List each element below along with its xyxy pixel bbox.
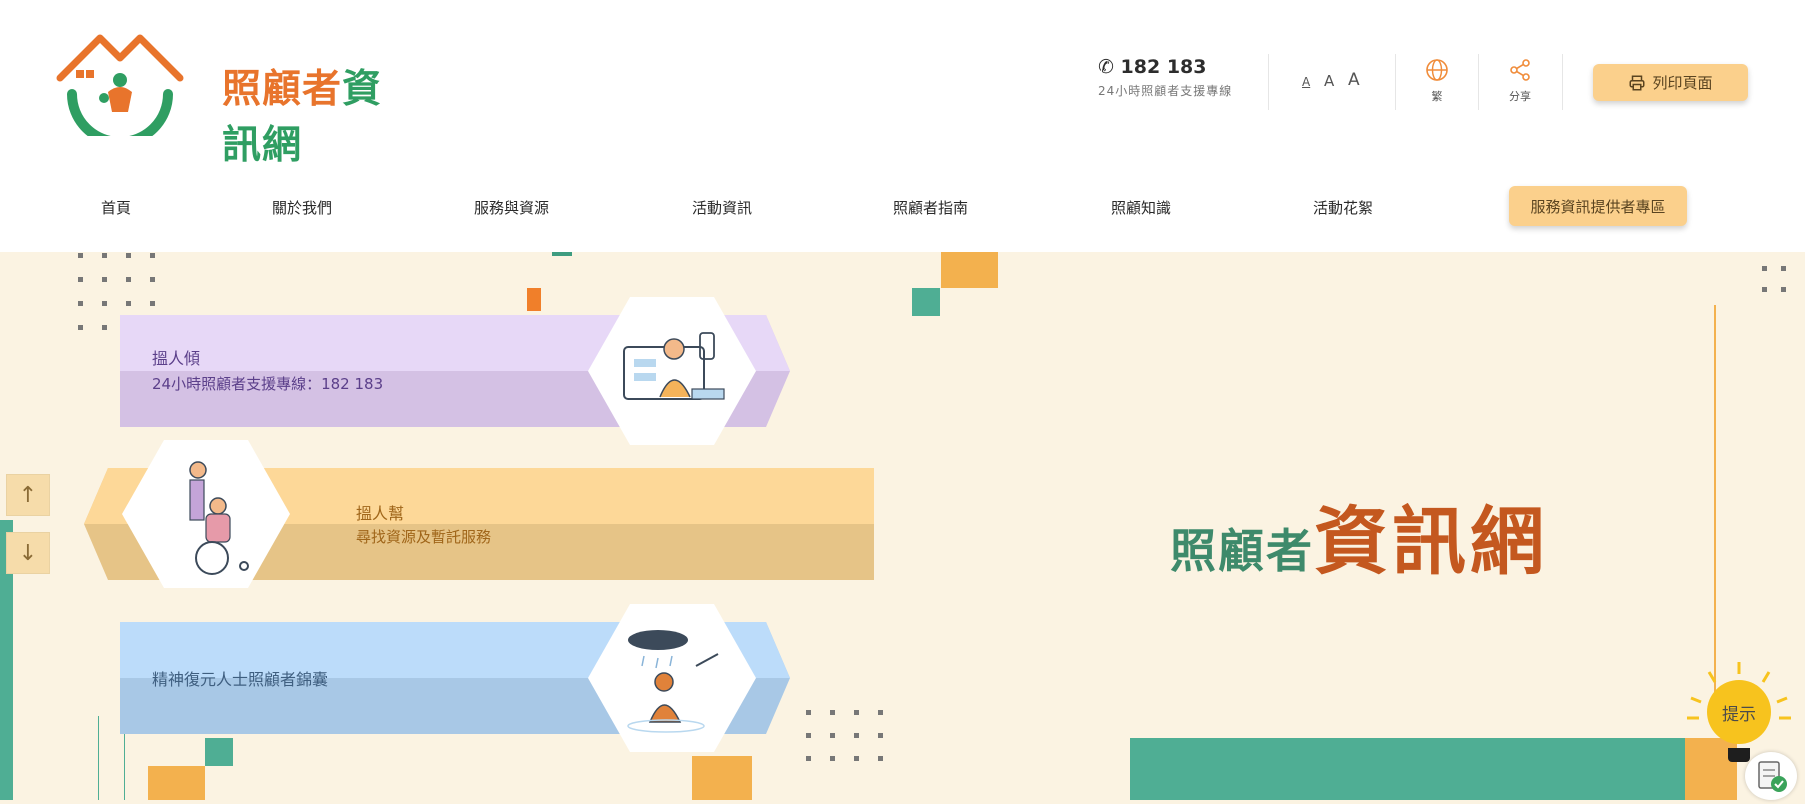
logo-text: 照顧者資訊網 [222,67,383,168]
decor-bar [1130,738,1685,800]
card-subtitle: 24小時照顧者支援專線：182 183 [152,375,384,393]
language-button[interactable]: 繁 [1407,58,1467,104]
hero-title-line2: 資訊網 [1314,499,1548,585]
share-icon [1510,59,1530,81]
divider [1395,54,1396,110]
globe-icon [1426,59,1448,81]
divider [1268,54,1269,110]
main-nav: 首頁 關於我們 服務與資源 活動資訊 照顧者指南 照顧知識 活動花絮 服務資訊提… [0,162,1805,252]
decor-square [692,756,752,800]
share-button[interactable]: 分享 [1490,58,1550,104]
nav-item-home[interactable]: 首頁 [101,197,131,218]
decor-square [912,288,940,316]
hotline[interactable]: ✆ 182 183 24小時照顧者支援專線 [1098,56,1232,99]
hotline-desc: 24小時照顧者支援專線 [1098,84,1233,98]
decor-square [527,288,541,311]
decor-line [124,730,125,800]
share-label: 分享 [1509,90,1531,103]
print-label: 列印頁面 [1652,74,1713,92]
hero-title-line1: 照顧者 [1170,524,1314,578]
scroll-down-button[interactable]: ↓ [6,532,50,574]
hotline-number: 182 183 [1120,56,1207,78]
divider [1478,54,1479,110]
nav-item-about[interactable]: 關於我們 [272,197,332,218]
decor-square [941,252,998,288]
header-bar: 照顧者資訊網 ✆ 182 183 24小時照顧者支援專線 A A A 繁 分享 … [0,0,1805,168]
logo-house-icon [56,34,184,147]
decor-square [552,252,572,256]
provider-zone-button[interactable]: 服務資訊提供者專區 [1509,186,1687,226]
decor-square [148,766,205,800]
checklist-icon [1758,761,1787,792]
decor-dots [1762,266,1786,292]
nav-item-gallery[interactable]: 活動花絮 [1313,197,1373,218]
decor-line [1714,305,1716,705]
print-button[interactable]: 列印頁面 [1593,64,1748,101]
decor-line [98,716,99,800]
font-size-large-button[interactable]: A [1348,70,1360,90]
nav-item-services[interactable]: 服務與資源 [474,197,549,218]
card-title: 搵人傾 [152,349,201,368]
scroll-up-button[interactable]: ↑ [6,474,50,516]
card-title: 精神復元人士照顧者錦囊 [152,670,329,689]
divider [1562,54,1563,110]
nav-item-events[interactable]: 活動資訊 [692,197,752,218]
printer-icon [1629,75,1645,90]
hero-title: 照顧者資訊網 [1170,482,1548,589]
accessibility-check-button[interactable] [1745,752,1797,800]
tip-button[interactable]: 提示 [1707,680,1771,744]
language-label: 繁 [1431,90,1443,103]
decor-square [205,738,233,766]
phone-icon: ✆ [1098,56,1121,78]
nav-item-guide[interactable]: 照顧者指南 [893,197,968,218]
site-logo[interactable]: 照顧者資訊網 [52,28,392,168]
card-title: 搵人幫 [356,504,405,523]
font-size-medium-button[interactable]: A [1324,72,1334,90]
decor-dots [806,710,883,761]
nav-item-knowledge[interactable]: 照顧知識 [1111,197,1171,218]
font-size-small-button[interactable]: A [1302,75,1310,89]
card-subtitle: 尋找資源及暫託服務 [356,528,492,546]
